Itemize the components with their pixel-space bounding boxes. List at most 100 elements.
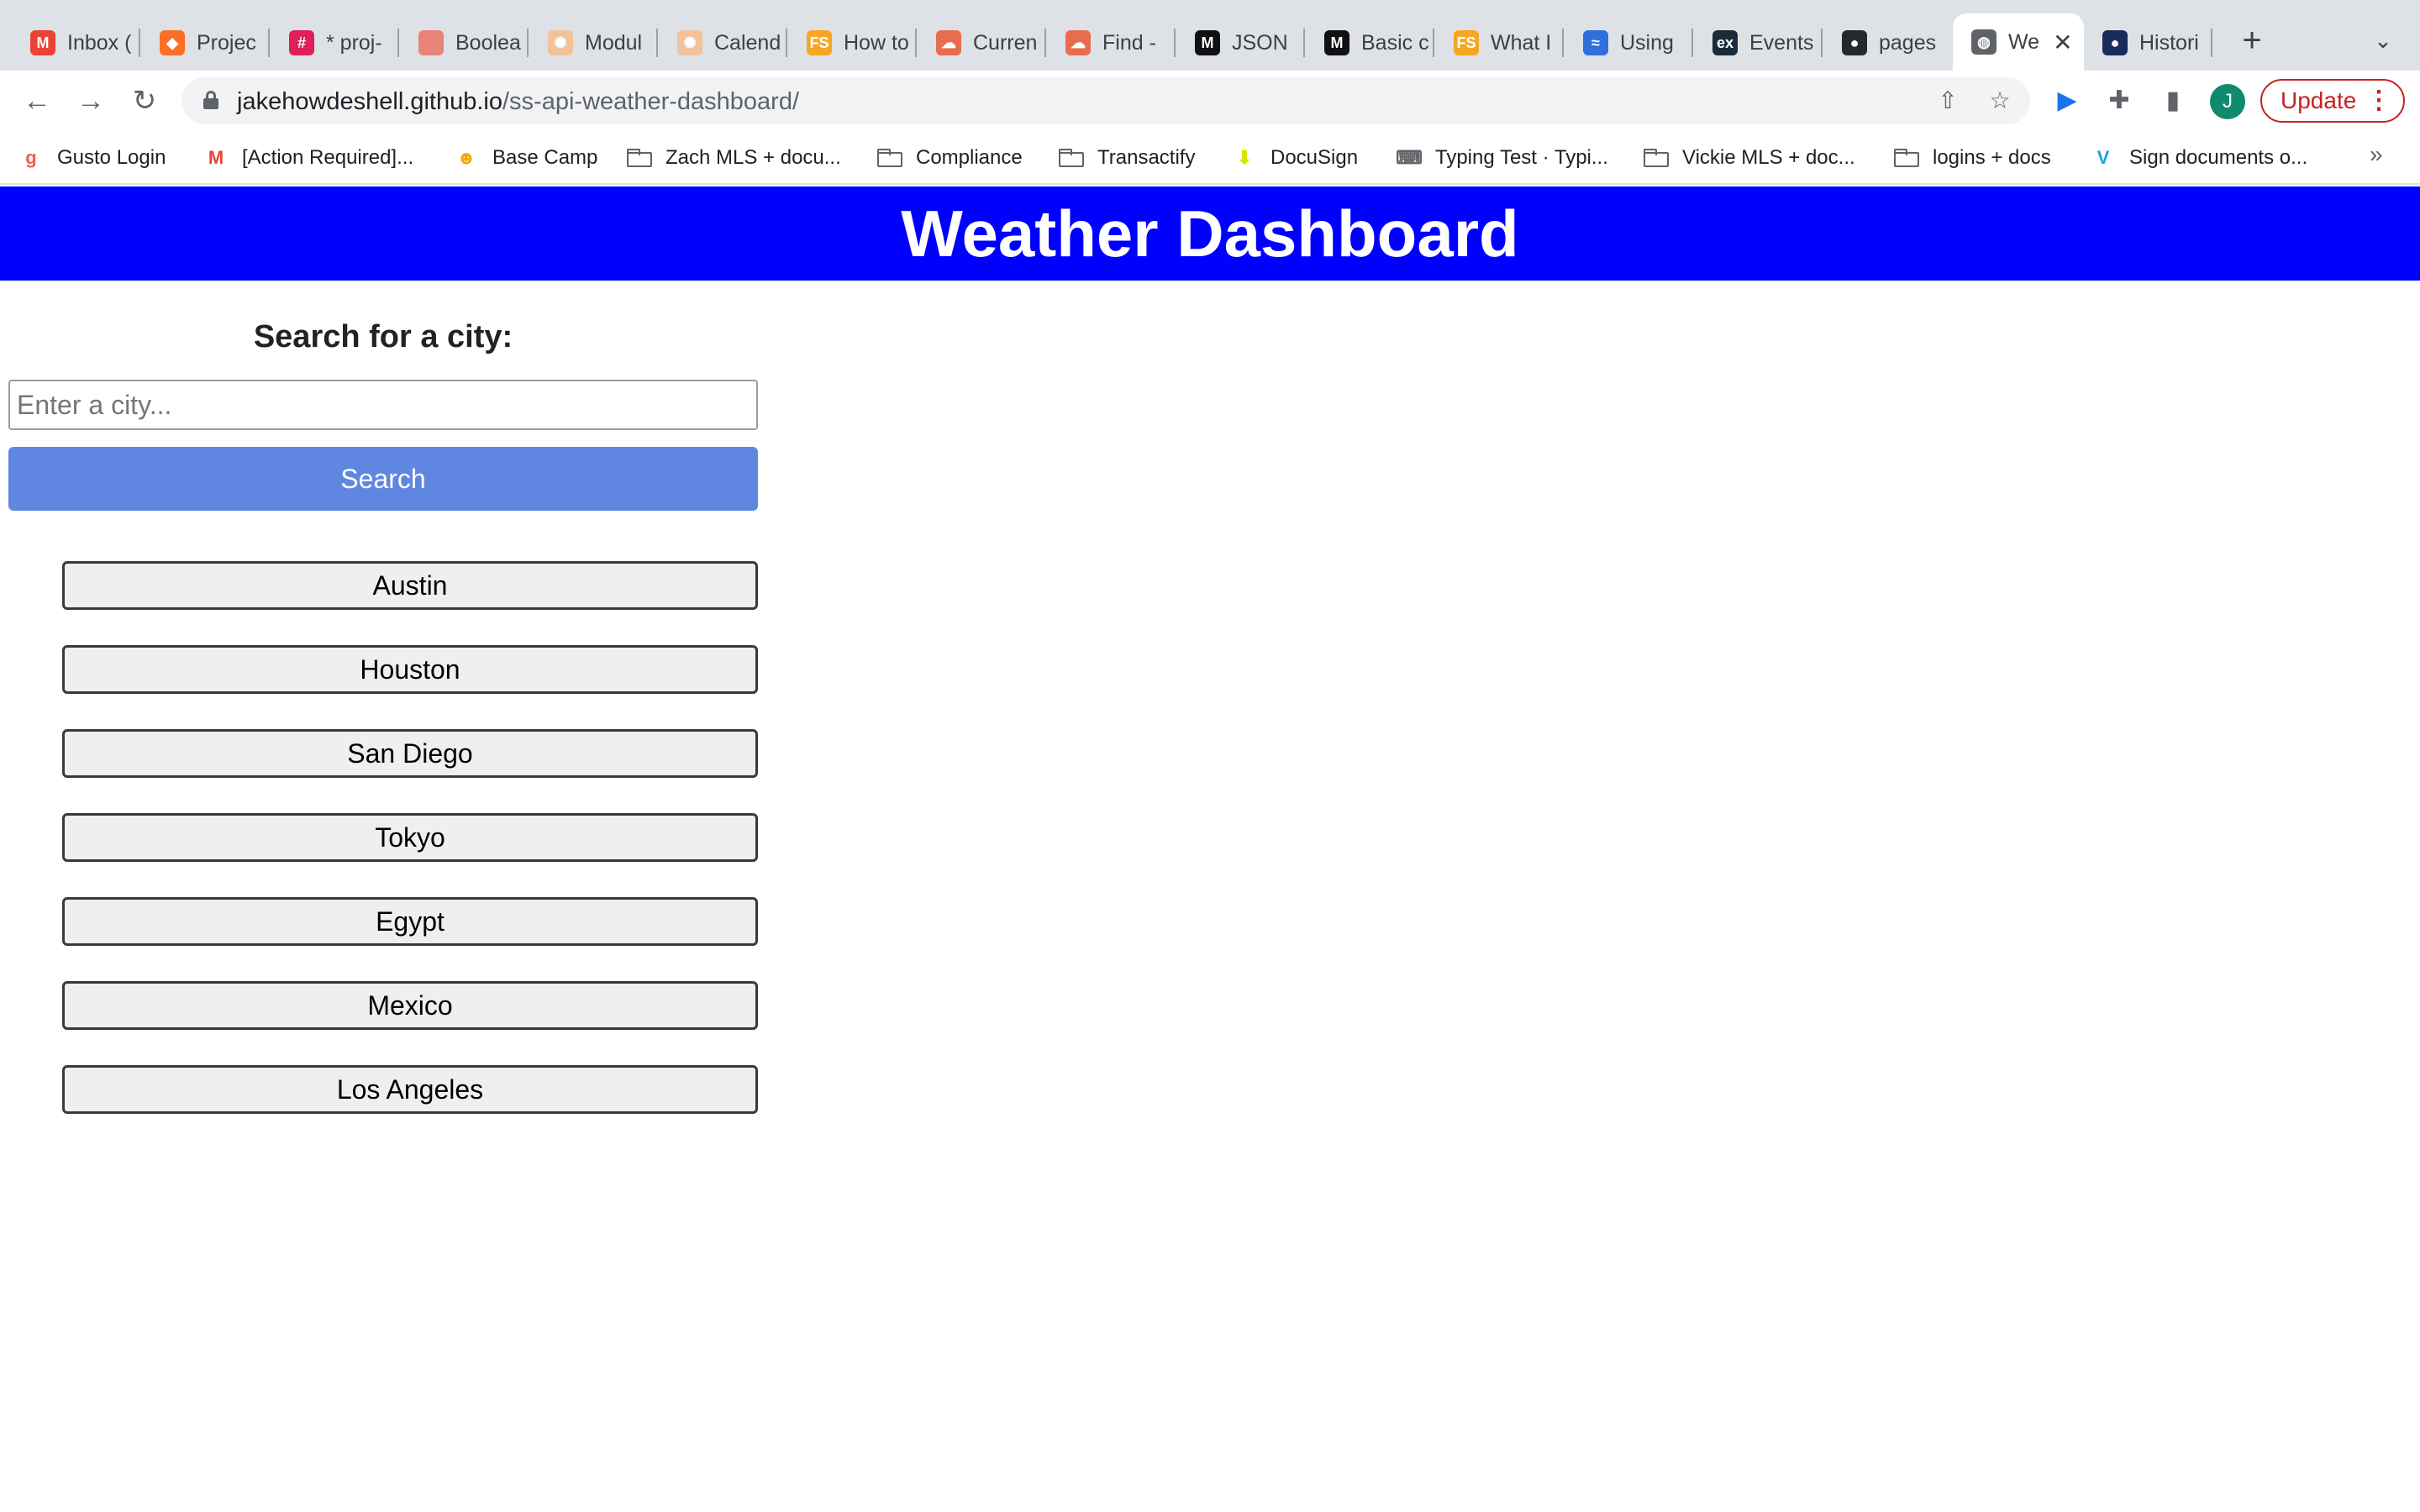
github-icon: ●	[1842, 30, 1867, 55]
search-button[interactable]: Search	[8, 447, 758, 511]
docusign-icon: ⬇	[1236, 147, 1253, 168]
browser-tab[interactable]: ✺ Modul	[529, 18, 654, 67]
tab-label: JSON	[1232, 30, 1288, 55]
browser-tab[interactable]: ● Histori	[2084, 18, 2208, 67]
folder-icon	[1059, 147, 1084, 169]
browser-tab[interactable]: M JSON	[1176, 18, 1301, 67]
wave-icon: ≈	[1583, 30, 1608, 55]
tab-separator	[527, 29, 529, 57]
history-city-button[interactable]: Houston	[62, 645, 758, 694]
typewriter-icon: ⌨	[1396, 147, 1423, 168]
mdn-icon: M	[1324, 30, 1349, 55]
forward-arrow-icon[interactable]: →	[72, 82, 109, 119]
tab-separator	[2211, 29, 2212, 57]
bookmark-item[interactable]: Transactify	[1059, 141, 1195, 175]
sign-icon: V	[2096, 147, 2110, 168]
browser-tab[interactable]: FS What I	[1435, 18, 1560, 67]
browser-tab[interactable]: Boolea	[400, 18, 524, 67]
city-search-input[interactable]	[8, 380, 758, 430]
back-arrow-icon[interactable]: ←	[18, 82, 55, 119]
history-city-button[interactable]: San Diego	[62, 729, 758, 778]
browser-tab[interactable]: ◆ Projec	[141, 18, 266, 67]
extensions-puzzle-icon[interactable]: ✚	[2102, 84, 2136, 118]
browser-tab[interactable]: # * proj-	[271, 18, 395, 67]
page-content: Weather Dashboard Search for a city: Sea…	[0, 186, 2420, 1512]
tab-separator	[268, 29, 270, 57]
bookmark-label: Sign documents o...	[2129, 146, 2308, 169]
lock-icon[interactable]	[203, 91, 218, 109]
history-city-button[interactable]: Los Angeles	[62, 1065, 758, 1114]
tab-label: Curren	[973, 30, 1038, 55]
browser-tab[interactable]: ✺ Calend	[659, 18, 783, 67]
new-tab-button[interactable]: +	[2235, 22, 2269, 59]
folder-icon	[1894, 147, 1919, 169]
tab-separator	[397, 29, 399, 57]
share-icon[interactable]: ⇧	[1934, 87, 1961, 114]
tab-separator	[1821, 29, 1823, 57]
reload-icon[interactable]: ↻	[126, 82, 163, 119]
tab-separator	[139, 29, 140, 57]
bookmark-label: Vickie MLS + doc...	[1682, 146, 1855, 169]
tab-label: We	[2008, 29, 2040, 54]
bookmark-item[interactable]: M [Action Required]...	[203, 141, 413, 175]
tab-search-button[interactable]: ⌄	[2368, 24, 2398, 57]
slack-icon: #	[289, 30, 314, 55]
bookmark-item[interactable]: logins + docs	[1894, 141, 2051, 175]
browser-tab[interactable]: ☁ Find -	[1047, 18, 1171, 67]
tab-label: How to	[844, 30, 909, 55]
gitlab-icon: ◆	[160, 30, 185, 55]
bookmark-item[interactable]: Zach MLS + docu...	[627, 141, 841, 175]
url-path: /ss-api-weather-dashboard/	[502, 88, 800, 115]
browser-tab[interactable]: FS How to	[788, 18, 913, 67]
side-panel-icon[interactable]: ▮	[2156, 84, 2190, 118]
profile-avatar[interactable]: J	[2210, 84, 2245, 119]
gmail-icon: M	[30, 30, 55, 55]
history-city-button[interactable]: Egypt	[62, 897, 758, 946]
tab-separator	[915, 29, 917, 57]
extension-play-icon[interactable]: ▶	[2050, 84, 2084, 118]
bookmark-star-icon[interactable]: ☆	[1986, 87, 2013, 114]
mdn-icon: M	[1195, 30, 1220, 55]
globe-icon: ◍	[1971, 29, 1996, 55]
bookmark-item[interactable]: Compliance	[877, 141, 1023, 175]
search-history-list: Austin Houston San Diego Tokyo Egypt Mexico Lo…	[62, 561, 758, 1149]
history-city-button[interactable]: Mexico	[62, 981, 758, 1030]
browser-tab[interactable]: ≈ Using	[1565, 18, 1689, 67]
bookmark-item[interactable]: V Sign documents o...	[2091, 141, 2307, 175]
bookmarks-bar: g Gusto Login M [Action Required]... ☻ Base C…	[0, 131, 2420, 185]
folder-icon	[1644, 147, 1669, 169]
tab-label: pages	[1879, 30, 1937, 55]
bookmark-item[interactable]: Vickie MLS + doc...	[1644, 141, 1855, 175]
header-banner: Weather Dashboard	[0, 186, 2420, 281]
update-label: Update	[2281, 87, 2357, 113]
tab-strip: M Inbox (◆ Projec # * proj- Boolea ✺ Modul ✺ Cale…	[0, 0, 2420, 71]
tab-separator	[1562, 29, 1564, 57]
close-tab-icon[interactable]: ✕	[2053, 29, 2072, 56]
bookmarks-overflow-icon[interactable]: »	[2370, 141, 2383, 168]
history-city-button[interactable]: Austin	[62, 561, 758, 610]
browser-tab[interactable]: M Inbox (	[12, 18, 136, 67]
tab-separator	[786, 29, 787, 57]
bookmark-item[interactable]: ⌨ Typing Test · Typi...	[1396, 141, 1608, 175]
address-bar[interactable]: jakehowdeshell.github.io/ss-api-weather-…	[182, 77, 2030, 124]
bookmark-item[interactable]: ☻ Base Camp	[454, 141, 597, 175]
cloud-icon: ☁	[936, 30, 961, 55]
compass-icon: ✺	[548, 30, 573, 55]
bookmark-item[interactable]: ⬇ DocuSign	[1232, 141, 1358, 175]
history-city-button[interactable]: Tokyo	[62, 813, 758, 862]
browser-tab[interactable]: ☁ Curren	[918, 18, 1042, 67]
browser-tab[interactable]: ex Events	[1694, 18, 1818, 67]
tab-label: What I	[1491, 30, 1552, 55]
update-button[interactable]: Update ⋮	[2260, 79, 2405, 123]
url-text[interactable]: jakehowdeshell.github.io/ss-api-weather-…	[237, 88, 799, 116]
cloud-icon: ☁	[1065, 30, 1091, 55]
history-icon: ●	[2102, 30, 2128, 55]
tab-label: Find -	[1102, 30, 1156, 55]
browser-tab[interactable]: M Basic c	[1306, 18, 1430, 67]
browser-tab[interactable]: ● pages	[1823, 18, 1948, 67]
browser-tab[interactable]: ◍ We ✕	[1953, 13, 2084, 71]
tab-separator	[1691, 29, 1693, 57]
url-host: jakehowdeshell.github.io	[237, 88, 502, 115]
bookmark-item[interactable]: g Gusto Login	[18, 141, 166, 175]
edx-icon: ex	[1712, 30, 1738, 55]
